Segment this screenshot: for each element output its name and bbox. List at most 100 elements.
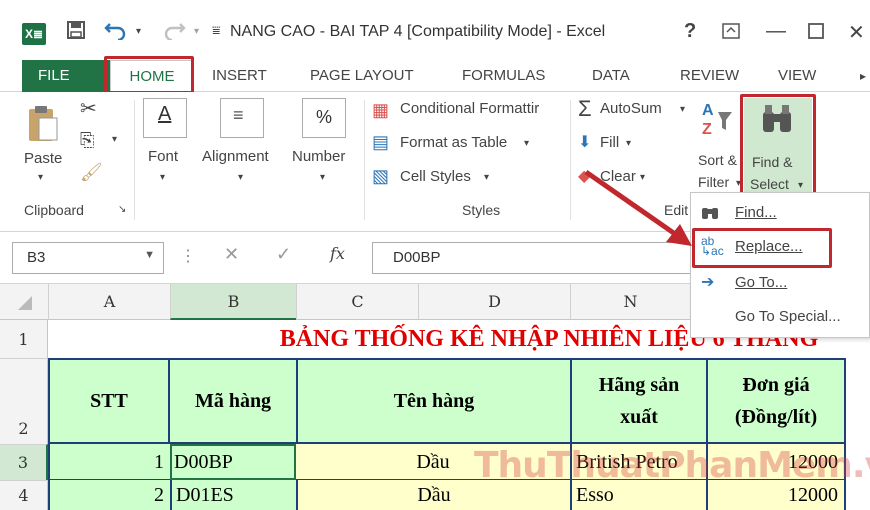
conditional-formatting-icon[interactable]: ▦: [372, 100, 389, 121]
copy-dropdown-icon[interactable]: ▾: [112, 134, 117, 145]
title-bar: X≣ ▾ ▾ ⩸ NANG CAO - BAI TAP 4 [Compatibi…: [0, 0, 870, 60]
tab-page-layout[interactable]: PAGE LAYOUT: [310, 60, 414, 92]
autosum-icon[interactable]: Σ: [578, 96, 592, 122]
row-header-2[interactable]: 2: [0, 358, 48, 444]
window-title: NANG CAO - BAI TAP 4 [Compatibility Mode…: [230, 23, 606, 40]
svg-text:A: A: [702, 102, 714, 119]
undo-icon[interactable]: [104, 18, 128, 46]
format-painter-icon[interactable]: 🖌: [80, 162, 103, 183]
cell-stt[interactable]: 2: [48, 480, 170, 510]
alignment-icon: ≡: [233, 105, 244, 125]
cut-icon[interactable]: ✂: [80, 96, 97, 121]
conditional-formatting-button[interactable]: Conditional Formattir: [400, 100, 539, 117]
cell-ma-hang-selected[interactable]: D00BP: [170, 444, 296, 480]
watermark: ThuThuatPhanMem.vn: [474, 445, 870, 486]
menu-item-go-to[interactable]: ➔ Go To...: [691, 267, 869, 299]
header-don-gia[interactable]: Đơn giá (Đồng/lít): [706, 358, 846, 444]
percent-icon: %: [316, 107, 333, 127]
name-box-dropdown-icon[interactable]: ▼: [144, 249, 155, 261]
fill-button[interactable]: Fill: [600, 134, 619, 151]
format-as-table-button[interactable]: Format as Table: [400, 134, 507, 151]
insert-function-icon[interactable]: fx: [330, 244, 345, 263]
ribbon-separator: [570, 100, 571, 220]
name-box[interactable]: B3 ▼: [12, 242, 164, 274]
redo-dropdown-icon[interactable]: ▾: [194, 26, 199, 37]
fill-dropdown-icon[interactable]: ▾: [626, 138, 631, 149]
enter-icon[interactable]: ✓: [276, 244, 291, 265]
row-header-3[interactable]: 3: [0, 444, 48, 480]
paste-dropdown-icon[interactable]: ▾: [38, 172, 43, 183]
paste-icon[interactable]: [26, 104, 60, 149]
tab-data[interactable]: DATA: [592, 60, 630, 92]
row-header-4[interactable]: 4: [0, 480, 48, 510]
autosum-dropdown-icon[interactable]: ▾: [680, 104, 685, 115]
header-hang-san-xuat-line1: Hãng sản: [598, 374, 680, 396]
svg-text:Z: Z: [702, 121, 712, 138]
number-button-box: %: [302, 98, 346, 138]
close-icon[interactable]: ✕: [848, 20, 865, 45]
undo-dropdown-icon[interactable]: ▾: [136, 26, 141, 37]
font-label[interactable]: Font: [148, 148, 178, 165]
header-don-gia-line2: (Đồng/lít): [734, 406, 818, 428]
font-icon: A: [158, 103, 172, 125]
customize-toolbar-icon[interactable]: ⩸: [212, 22, 221, 39]
tab-file[interactable]: FILE: [22, 60, 114, 92]
format-as-table-dropdown-icon[interactable]: ▾: [524, 138, 529, 149]
alignment-label[interactable]: Alignment: [202, 148, 269, 165]
header-ten-hang[interactable]: Tên hàng: [296, 358, 572, 444]
redo-icon[interactable]: [162, 18, 186, 46]
fill-icon[interactable]: ⬇: [578, 132, 591, 152]
column-header-c[interactable]: C: [296, 284, 418, 320]
minimize-icon[interactable]: —: [766, 20, 786, 43]
tab-insert[interactable]: INSERT: [212, 60, 267, 92]
row-header-1[interactable]: 1: [0, 320, 48, 358]
arrow-right-icon: ➔: [701, 274, 715, 291]
cancel-icon[interactable]: ✕: [224, 244, 239, 265]
home-tab-highlight: [104, 56, 194, 94]
formula-bar-grip-icon[interactable]: ⋮: [180, 246, 196, 266]
clipboard-launcher-icon[interactable]: ↘: [118, 204, 126, 215]
ribbon-display-options-icon[interactable]: [722, 22, 740, 45]
sort-filter-icon[interactable]: AZ: [700, 98, 734, 141]
save-icon[interactable]: [66, 20, 86, 46]
excel-app-icon[interactable]: X≣: [22, 23, 46, 45]
cell-stt[interactable]: 1: [48, 444, 170, 480]
menu-item-go-to-special[interactable]: Go To Special...: [691, 301, 869, 333]
cell-styles-dropdown-icon[interactable]: ▾: [484, 172, 489, 183]
menu-item-find-label: Find...: [735, 204, 777, 221]
styles-group-label: Styles: [462, 202, 501, 218]
header-hang-san-xuat-line2: xuất: [620, 406, 658, 428]
name-box-value: B3: [27, 249, 46, 266]
tab-view[interactable]: VIEW: [778, 60, 816, 92]
font-dropdown-icon[interactable]: ▾: [160, 172, 165, 183]
number-dropdown-icon[interactable]: ▾: [320, 172, 325, 183]
autosum-button[interactable]: AutoSum: [600, 100, 662, 117]
format-as-table-icon[interactable]: ▤: [372, 132, 389, 153]
help-icon[interactable]: ?: [684, 20, 696, 43]
cell-ma-hang[interactable]: D01ES: [170, 480, 296, 510]
column-header-d[interactable]: D: [418, 284, 570, 320]
sort-filter-label-line1[interactable]: Sort &: [698, 152, 737, 168]
column-header-b[interactable]: B: [170, 284, 296, 320]
header-ma-hang[interactable]: Mã hàng: [168, 358, 298, 444]
font-button-box: A: [143, 98, 187, 138]
cell-styles-icon[interactable]: ▧: [372, 166, 389, 187]
header-hang-san-xuat[interactable]: Hãng sản xuất: [570, 358, 708, 444]
number-label[interactable]: Number: [292, 148, 345, 165]
clipboard-group-label: Clipboard: [24, 202, 84, 218]
tab-review[interactable]: REVIEW: [680, 60, 739, 92]
paste-label[interactable]: Paste: [24, 150, 62, 167]
menu-item-go-to-label: Go To...: [735, 274, 788, 291]
cell-styles-button[interactable]: Cell Styles: [400, 168, 471, 185]
header-stt[interactable]: STT: [48, 358, 170, 444]
column-header-a[interactable]: A: [48, 284, 170, 320]
copy-icon[interactable]: ⎘: [80, 130, 94, 151]
tabs-overflow-icon[interactable]: ▸: [860, 60, 866, 92]
maximize-icon[interactable]: [808, 22, 824, 45]
alignment-dropdown-icon[interactable]: ▾: [238, 172, 243, 183]
select-all-corner[interactable]: [0, 284, 48, 320]
annotation-arrow-icon: [584, 169, 692, 246]
column-header-n[interactable]: N: [570, 284, 690, 320]
ribbon-separator: [364, 100, 365, 220]
tab-formulas[interactable]: FORMULAS: [462, 60, 545, 92]
